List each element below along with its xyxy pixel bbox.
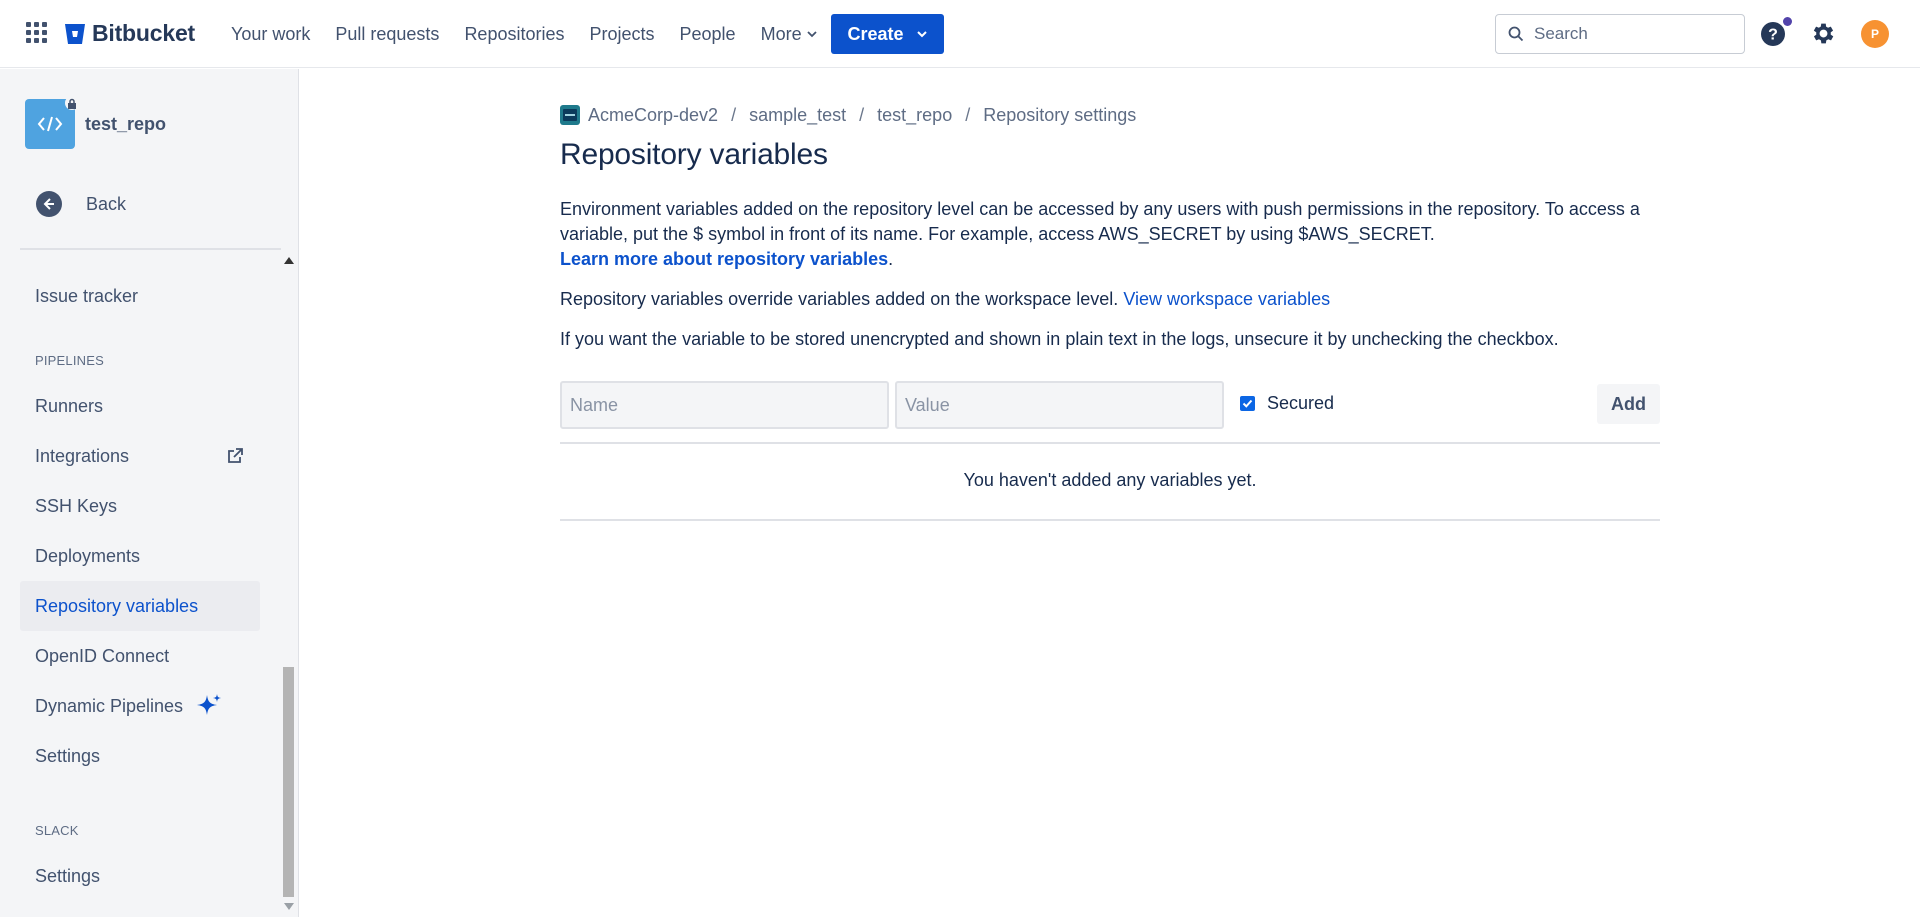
- sidebar-item-deployments[interactable]: Deployments: [20, 531, 260, 581]
- sidebar-scroll-area[interactable]: Issue tracker PIPELINES Runners Integrat…: [20, 253, 281, 917]
- scroll-down-arrow-icon[interactable]: [284, 903, 294, 910]
- description-text: Environment variables added on the repos…: [560, 199, 1640, 244]
- breadcrumb-separator: /: [965, 104, 971, 125]
- sidebar-item-label: Settings: [35, 745, 101, 766]
- breadcrumb-repository-settings[interactable]: Repository settings: [983, 105, 1136, 126]
- variable-value-input[interactable]: [895, 381, 1224, 429]
- sidebar-item-label: Runners: [35, 395, 104, 416]
- top-navigation: Bitbucket Your work Pull requests Reposi…: [0, 0, 1920, 68]
- back-button[interactable]: Back: [36, 191, 126, 217]
- svg-text:?: ?: [1768, 27, 1778, 44]
- search-icon: [1508, 26, 1524, 42]
- sidebar-item-dynamic-pipelines[interactable]: Dynamic Pipelines: [20, 681, 260, 731]
- scroll-up-arrow-icon[interactable]: [284, 257, 294, 264]
- help-icon[interactable]: ?: [1760, 21, 1786, 47]
- nav-your-work[interactable]: Your work: [231, 24, 310, 45]
- sidebar-item-slack-settings[interactable]: Settings: [20, 851, 260, 901]
- sidebar-item-settings[interactable]: Settings: [20, 731, 260, 781]
- breadcrumb-workspace[interactable]: AcmeCorp-dev2: [588, 105, 718, 126]
- table-divider-bottom: [560, 519, 1660, 521]
- sparkle-icon: [197, 694, 222, 715]
- check-icon: [1242, 399, 1253, 408]
- learn-more-suffix: .: [888, 249, 894, 269]
- add-variable-form: Secured Add: [560, 381, 1660, 431]
- sidebar-item-label: SSH Keys: [35, 495, 118, 516]
- app-switcher-icon[interactable]: [26, 22, 48, 44]
- learn-more-link[interactable]: Learn more about repository variables: [560, 249, 888, 269]
- gear-icon[interactable]: [1810, 20, 1837, 47]
- secured-toggle[interactable]: Secured: [1240, 393, 1334, 414]
- primary-nav: Your work Pull requests Repositories Pro…: [231, 0, 843, 68]
- nav-projects[interactable]: Projects: [589, 24, 654, 45]
- repo-avatar: [25, 96, 79, 149]
- create-button[interactable]: Create: [831, 14, 944, 54]
- breadcrumb-project[interactable]: sample_test: [749, 105, 846, 126]
- secured-checkbox[interactable]: [1240, 396, 1255, 411]
- section-header-pipelines: PIPELINES: [35, 353, 104, 368]
- back-label: Back: [86, 193, 127, 214]
- sidebar-item-label: Repository variables: [35, 595, 199, 616]
- code-icon: [37, 116, 63, 132]
- chevron-down-icon: [916, 31, 927, 38]
- repo-name: test_repo: [85, 113, 167, 134]
- secured-label: Secured: [1267, 393, 1335, 413]
- sidebar-item-label: Settings: [35, 865, 101, 886]
- sidebar-scrollbar-track[interactable]: [281, 253, 296, 917]
- chevron-down-icon: [806, 31, 817, 38]
- bitbucket-logo[interactable]: Bitbucket: [64, 20, 195, 47]
- sidebar-item-ssh-keys[interactable]: SSH Keys: [20, 481, 260, 531]
- repo-header[interactable]: test_repo: [25, 96, 167, 149]
- external-link-icon: [228, 448, 243, 463]
- scrollbar-thumb[interactable]: [283, 667, 294, 897]
- app-name: Bitbucket: [92, 20, 195, 46]
- search-box[interactable]: [1495, 14, 1745, 54]
- sidebar-item-repository-variables[interactable]: Repository variables: [20, 581, 260, 631]
- sidebar-item-label: Issue tracker: [35, 285, 139, 306]
- section-header-slack: SLACK: [35, 823, 79, 838]
- sidebar-item-label: Integrations: [35, 445, 130, 466]
- search-input[interactable]: [1534, 24, 1734, 44]
- user-avatar[interactable]: P: [1861, 20, 1889, 48]
- table-divider-top: [560, 442, 1660, 444]
- sidebar-item-label: Dynamic Pipelines: [35, 695, 184, 716]
- nav-more-label: More: [760, 23, 802, 44]
- view-workspace-variables-link[interactable]: View workspace variables: [1123, 289, 1330, 309]
- create-label: Create: [847, 23, 904, 44]
- unencrypted-note: If you want the variable to be stored un…: [560, 329, 1559, 349]
- override-note: Repository variables override variables …: [560, 287, 1660, 312]
- breadcrumb-separator: /: [859, 104, 865, 125]
- notification-dot: [1783, 17, 1792, 26]
- bitbucket-logo-icon: [65, 23, 85, 44]
- nav-more-dropdown[interactable]: More: [761, 24, 818, 45]
- sidebar-divider: [20, 248, 281, 250]
- add-variable-button[interactable]: Add: [1597, 384, 1660, 424]
- nav-repositories[interactable]: Repositories: [464, 24, 564, 45]
- breadcrumb-repo[interactable]: test_repo: [877, 105, 952, 126]
- sidebar-item-integrations[interactable]: Integrations: [20, 431, 260, 481]
- sidebar: test_repo Back Issue tracker PIPELINES R…: [0, 69, 299, 917]
- nav-pull-requests[interactable]: Pull requests: [335, 24, 439, 45]
- sidebar-item-runners[interactable]: Runners: [20, 381, 260, 431]
- variable-name-input[interactable]: [560, 381, 889, 429]
- override-text: Repository variables override variables …: [560, 289, 1119, 309]
- description: Environment variables added on the repos…: [560, 197, 1660, 272]
- lock-icon: [65, 96, 79, 110]
- main-content: AcmeCorp-dev2 / sample_test / test_repo …: [560, 100, 1660, 521]
- nav-people[interactable]: People: [680, 24, 736, 45]
- sidebar-item-label: OpenID Connect: [35, 645, 170, 666]
- page-title: Repository variables: [560, 138, 828, 171]
- breadcrumb: AcmeCorp-dev2 / sample_test / test_repo …: [560, 100, 1660, 130]
- sidebar-item-issue-tracker[interactable]: Issue tracker: [20, 271, 260, 321]
- sidebar-item-label: Deployments: [35, 545, 141, 566]
- sidebar-item-openid-connect[interactable]: OpenID Connect: [20, 631, 260, 681]
- breadcrumb-separator: /: [731, 104, 737, 125]
- empty-state-message: You haven't added any variables yet.: [963, 470, 1257, 490]
- workspace-icon: [560, 105, 580, 125]
- arrow-left-icon: [36, 191, 62, 217]
